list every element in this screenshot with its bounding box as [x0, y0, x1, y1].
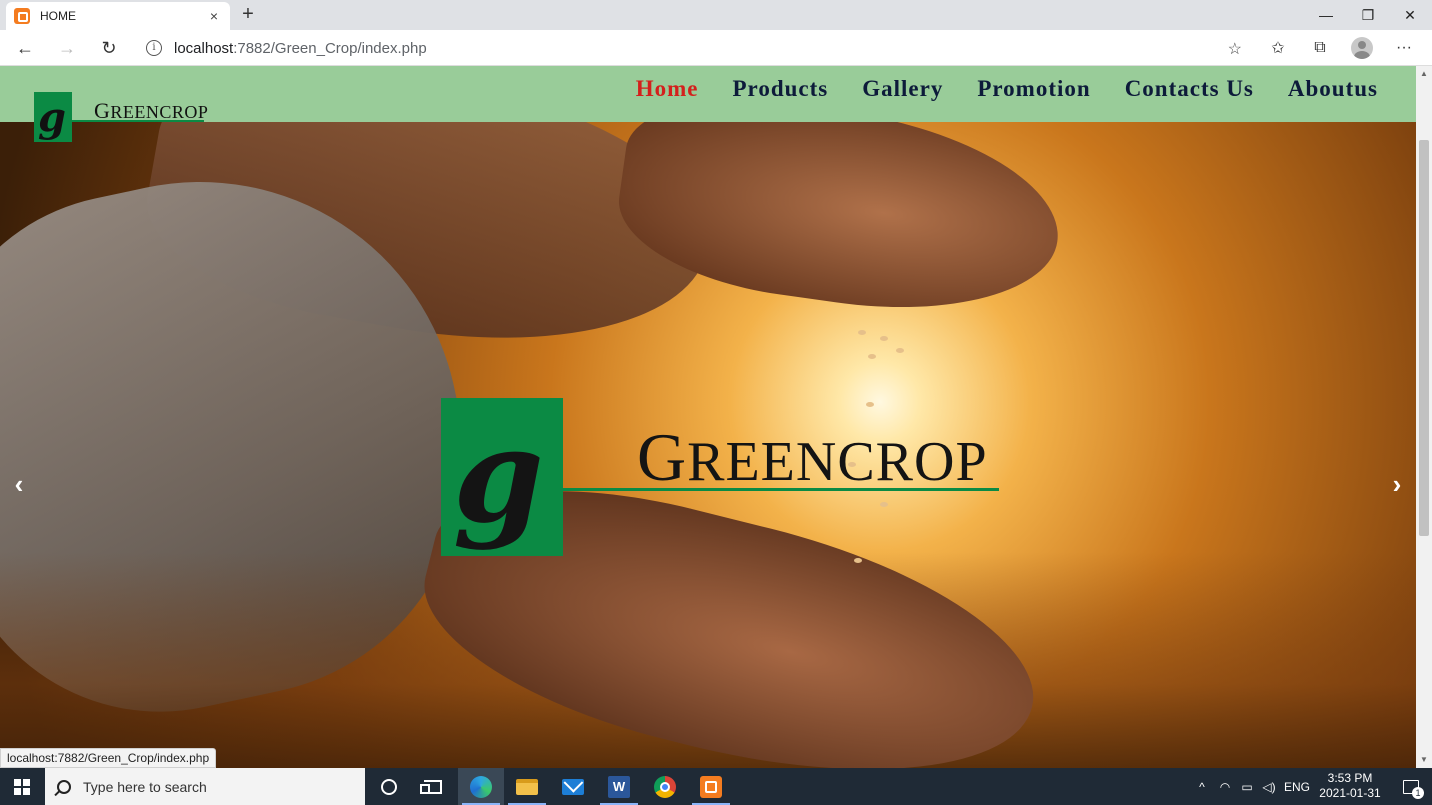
- file-explorer-icon: [516, 778, 538, 795]
- clock-date: 2021-01-31: [1319, 786, 1381, 800]
- favorites-icon[interactable]: ✩: [1264, 36, 1292, 60]
- url-text: localhost:7882/Green_Crop/index.php: [174, 40, 427, 57]
- nav-promotion[interactable]: Promotion: [977, 76, 1090, 102]
- browser-tab-strip: HOME × + — ❐ ✕: [0, 0, 1432, 30]
- edge-icon: [470, 775, 492, 798]
- forward-button[interactable]: →: [54, 36, 80, 60]
- search-icon: [57, 779, 71, 794]
- logo-wordmark: GREENCROP: [94, 98, 208, 124]
- address-bar[interactable]: i localhost:7882/Green_Crop/index.php ☆: [134, 33, 1256, 63]
- word-icon: W: [608, 775, 630, 798]
- mail-icon: [562, 778, 584, 795]
- nav-contacts-us[interactable]: Contacts Us: [1125, 76, 1254, 102]
- notification-badge: 1: [1412, 786, 1424, 799]
- volume-icon[interactable]: ◁): [1258, 768, 1280, 805]
- hero-logo: g GREENCROP: [441, 398, 1001, 574]
- back-button[interactable]: ←: [12, 36, 38, 60]
- windows-taskbar: Type here to search W ^ ◠ ▭ ◁) ENG 3:53 …: [0, 768, 1432, 805]
- url-path: :7882/Green_Crop/index.php: [233, 39, 427, 57]
- tab-title: HOME: [40, 9, 76, 23]
- windows-logo-icon: [14, 778, 30, 795]
- nav-home[interactable]: Home: [636, 76, 699, 102]
- chrome-taskbar-button[interactable]: [642, 768, 688, 805]
- logo-g-mark: g: [38, 94, 66, 141]
- search-placeholder: Type here to search: [83, 778, 207, 795]
- browser-tab[interactable]: HOME ×: [6, 2, 230, 30]
- battery-icon[interactable]: ▭: [1236, 768, 1258, 805]
- main-nav: Home Products Gallery Promotion Contacts…: [636, 76, 1378, 102]
- falling-grain: [880, 336, 888, 341]
- word-taskbar-button[interactable]: W: [596, 768, 642, 805]
- scrollbar-thumb[interactable]: [1419, 140, 1429, 536]
- taskbar-clock[interactable]: 3:53 PM 2021-01-31: [1312, 771, 1388, 801]
- show-hidden-icons-button[interactable]: ^: [1192, 768, 1212, 805]
- task-view-button[interactable]: [410, 768, 456, 805]
- site-header: g GREENCROP Home Products Gallery Promot…: [0, 66, 1416, 142]
- clock-time: 3:53 PM: [1327, 771, 1373, 785]
- falling-grain: [858, 330, 866, 335]
- language-indicator[interactable]: ENG: [1282, 768, 1312, 805]
- chrome-icon: [654, 775, 676, 798]
- falling-grain: [868, 354, 876, 359]
- add-favorite-icon[interactable]: ☆: [1228, 39, 1242, 59]
- nav-gallery[interactable]: Gallery: [862, 76, 943, 102]
- cortana-icon: [381, 778, 397, 795]
- minimize-button[interactable]: —: [1306, 0, 1346, 30]
- edge-taskbar-button[interactable]: [458, 768, 504, 805]
- hero-logo-g-mark: g: [453, 399, 544, 552]
- file-explorer-taskbar-button[interactable]: [504, 768, 550, 805]
- falling-grain: [896, 348, 904, 353]
- browser-toolbar: ← → ↻ i localhost:7882/Green_Crop/index.…: [0, 30, 1432, 66]
- carousel-prev-button[interactable]: ‹: [4, 464, 34, 504]
- hero-logo-wordmark-rest: REENCROP: [687, 431, 988, 493]
- xampp-icon: [700, 775, 722, 798]
- hero-logo-wordmark-initial: G: [637, 419, 688, 495]
- reload-button[interactable]: ↻: [96, 36, 122, 60]
- nav-aboutus[interactable]: Aboutus: [1288, 76, 1378, 102]
- hero-logo-wordmark: GREENCROP: [637, 418, 988, 497]
- new-tab-button[interactable]: +: [237, 4, 259, 26]
- hero-carousel: g GREENCROP ‹ ›: [0, 122, 1416, 768]
- xampp-favicon-icon: [14, 8, 30, 24]
- task-view-icon: [420, 779, 442, 794]
- notification-icon: 1: [1403, 779, 1424, 799]
- action-center-button[interactable]: 1: [1390, 768, 1432, 805]
- site-info-icon[interactable]: i: [146, 40, 162, 56]
- xampp-taskbar-button[interactable]: [688, 768, 734, 805]
- start-button[interactable]: [0, 768, 44, 805]
- header-logo[interactable]: g GREENCROP: [34, 92, 214, 142]
- page-scrollbar[interactable]: ▲ ▼: [1416, 66, 1432, 768]
- logo-wordmark-rest: REENCROP: [110, 102, 209, 122]
- window-close-button[interactable]: ✕: [1390, 0, 1430, 30]
- mail-taskbar-button[interactable]: [550, 768, 596, 805]
- profile-avatar-icon: [1351, 37, 1373, 59]
- scroll-up-icon[interactable]: ▲: [1416, 66, 1432, 82]
- cortana-button[interactable]: [366, 768, 412, 805]
- url-host: localhost: [174, 39, 234, 57]
- hero-hand-top: [608, 122, 1072, 332]
- settings-menu-button[interactable]: ···: [1390, 36, 1418, 60]
- profile-button[interactable]: [1348, 36, 1376, 60]
- taskbar-search-box[interactable]: Type here to search: [45, 768, 365, 805]
- restore-button[interactable]: ❐: [1348, 0, 1388, 30]
- collections-icon[interactable]: ⧉: [1306, 36, 1334, 60]
- wifi-icon[interactable]: ◠: [1214, 768, 1236, 805]
- scroll-down-icon[interactable]: ▼: [1416, 752, 1432, 768]
- logo-wordmark-initial: G: [94, 98, 111, 123]
- link-status-bar: localhost:7882/Green_Crop/index.php: [0, 748, 217, 768]
- tab-close-button[interactable]: ×: [206, 8, 222, 24]
- carousel-next-button[interactable]: ›: [1382, 464, 1412, 504]
- web-page: g GREENCROP Home Products Gallery Promot…: [0, 66, 1416, 768]
- nav-products[interactable]: Products: [733, 76, 829, 102]
